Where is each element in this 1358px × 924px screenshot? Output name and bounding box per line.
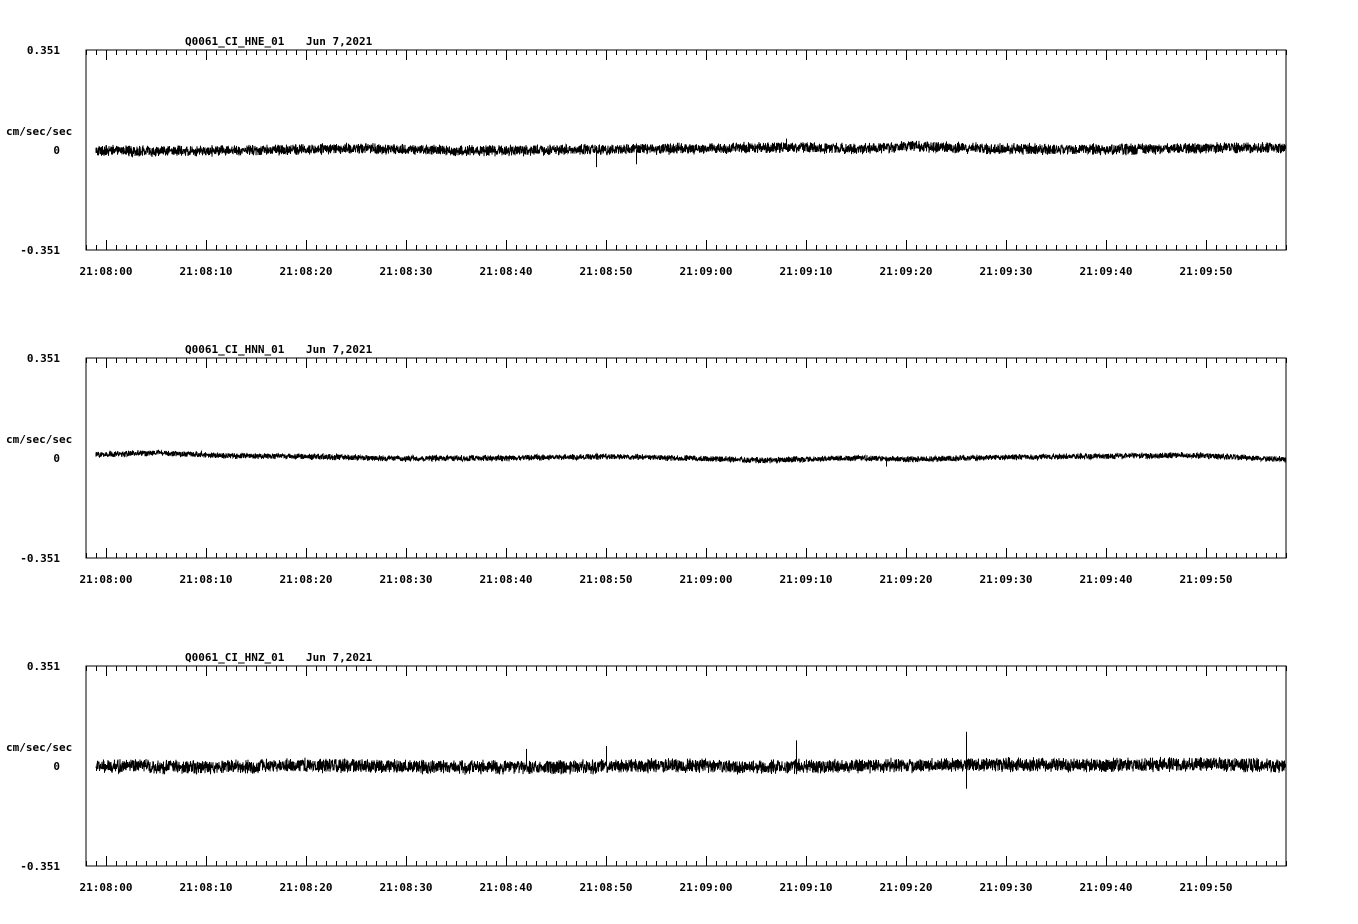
x-tick-label: 21:08:00	[80, 573, 133, 586]
x-tick-label: 21:08:40	[480, 573, 533, 586]
x-tick-label: 21:09:40	[1080, 265, 1133, 278]
y-tick-label: -0.351	[20, 244, 60, 257]
x-tick-label: 21:08:20	[280, 265, 333, 278]
y-tick-label: 0	[53, 760, 60, 773]
panel-title: Q0061_CI_HNE_01	[185, 35, 285, 48]
x-tick-label: 21:08:10	[180, 881, 233, 894]
x-tick-label: 21:08:20	[280, 573, 333, 586]
x-tick-label: 21:09:40	[1080, 573, 1133, 586]
seismogram-figure: 0.351 0 -0.351 cm/sec/sec Q0061_CI_HNE_01 Jun…	[6, 35, 1287, 894]
x-tick-label: 21:09:10	[780, 573, 833, 586]
x-tick-label: 21:09:00	[680, 265, 733, 278]
y-axis-label: cm/sec/sec	[6, 125, 72, 138]
x-tick-label: 21:09:50	[1180, 265, 1233, 278]
x-tick-label: 21:08:30	[380, 573, 433, 586]
y-tick-label: 0	[53, 144, 60, 157]
x-tick-label: 21:09:50	[1180, 881, 1233, 894]
x-tick-label: 21:08:50	[580, 573, 633, 586]
x-tick-label: 21:09:50	[1180, 573, 1233, 586]
y-tick-label: -0.351	[20, 860, 60, 873]
x-tick-label: 21:09:30	[980, 573, 1033, 586]
seismogram-panel-2: 0.351 0 -0.351 cm/sec/sec Q0061_CI_HNN_01 Jun…	[6, 343, 1287, 586]
panel-date: Jun 7,2021	[306, 651, 373, 664]
y-tick-label: 0.351	[27, 352, 60, 365]
x-tick-label: 21:09:20	[880, 265, 933, 278]
panel-title: Q0061_CI_HNN_01	[185, 343, 285, 356]
seismogram-panel-3: 0.351 0 -0.351 cm/sec/sec Q0061_CI_HNZ_01 Jun…	[6, 651, 1287, 894]
panel-date: Jun 7,2021	[306, 35, 373, 48]
x-tick-label: 21:09:30	[980, 265, 1033, 278]
x-tick-label: 21:09:10	[780, 881, 833, 894]
x-tick-label: 21:09:10	[780, 265, 833, 278]
x-tick-label: 21:08:50	[580, 265, 633, 278]
x-tick-label: 21:08:00	[80, 265, 133, 278]
y-tick-label: -0.351	[20, 552, 60, 565]
x-tick-label: 21:09:20	[880, 573, 933, 586]
y-axis-label: cm/sec/sec	[6, 741, 72, 754]
x-tick-label: 21:08:30	[380, 265, 433, 278]
x-tick-label: 21:08:10	[180, 573, 233, 586]
x-tick-label: 21:08:50	[580, 881, 633, 894]
x-tick-label: 21:08:40	[480, 881, 533, 894]
waveform-trace	[95, 756, 1287, 775]
waveform-trace	[95, 449, 1287, 465]
x-tick-label: 21:08:40	[480, 265, 533, 278]
x-tick-label: 21:09:00	[680, 573, 733, 586]
panel-date: Jun 7,2021	[306, 343, 373, 356]
panel-title: Q0061_CI_HNZ_01	[185, 651, 285, 664]
x-tick-label: 21:08:20	[280, 881, 333, 894]
y-tick-label: 0.351	[27, 660, 60, 673]
y-tick-label: 0.351	[27, 44, 60, 57]
seismogram-panel-1: 0.351 0 -0.351 cm/sec/sec Q0061_CI_HNE_01 Jun…	[6, 35, 1287, 278]
y-tick-label: 0	[53, 452, 60, 465]
x-tick-label: 21:08:10	[180, 265, 233, 278]
x-tick-label: 21:09:20	[880, 881, 933, 894]
x-tick-label: 21:09:40	[1080, 881, 1133, 894]
x-tick-label: 21:08:30	[380, 881, 433, 894]
waveform-trace	[95, 140, 1287, 158]
x-tick-label: 21:09:00	[680, 881, 733, 894]
x-tick-label: 21:08:00	[80, 881, 133, 894]
y-axis-label: cm/sec/sec	[6, 433, 72, 446]
x-tick-label: 21:09:30	[980, 881, 1033, 894]
